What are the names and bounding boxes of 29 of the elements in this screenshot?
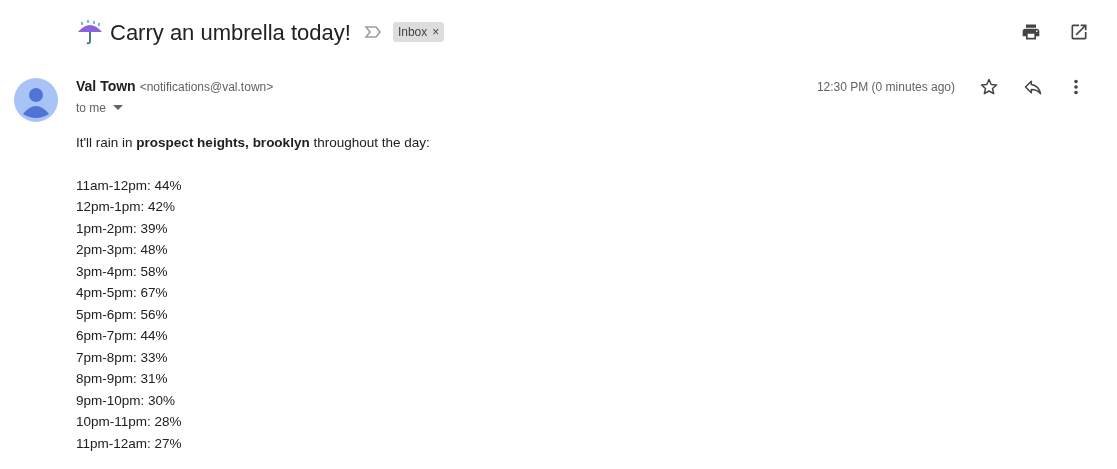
inbox-label: Inbox ×	[392, 22, 445, 42]
forecast-line: 10pm-11pm: 28%	[76, 413, 182, 431]
forecast-line: 4pm-5pm: 67%	[76, 284, 168, 302]
umbrella-icon	[76, 18, 104, 46]
avatar-icon	[14, 78, 58, 122]
intro-sentence: It'll rain in prospect heights, brooklyn throughout the day:	[76, 134, 431, 152]
forecast-line: 3pm-4pm: 58%	[76, 262, 168, 281]
forecast-line: 8pm-9pm: 31%	[76, 370, 168, 388]
forecast-line: 12pm-1pm: 42%	[76, 198, 176, 216]
forecast-line: 2pm-3pm: 48%	[76, 241, 168, 259]
forecast-line: 7pm-8pm: 33%	[76, 348, 168, 367]
email-time: 12:30 PM (0 minutes ago)	[816, 78, 955, 96]
forecast-line: 5pm-6pm: 56%	[76, 305, 168, 324]
forecast-line: 1pm-2pm: 39%	[76, 219, 168, 238]
star-icon[interactable]	[979, 76, 999, 97]
dropdown-caret-icon[interactable]	[113, 105, 123, 111]
forecast-line: 11am-12pm: 44%	[76, 176, 182, 195]
forecast-line: 6pm-7pm: 44%	[76, 327, 168, 345]
open-in-new-window-icon[interactable]	[1069, 22, 1089, 42]
remove-label-button[interactable]: ×	[432, 23, 440, 41]
recipient-label: to me	[76, 100, 106, 117]
more-options-icon[interactable]	[1073, 78, 1079, 95]
sender-email: <notifications@val.town>	[139, 78, 274, 96]
sender-name: Val Town	[76, 77, 136, 96]
print-icon[interactable]	[1021, 22, 1041, 42]
forecast-line: 9pm-10pm: 30%	[76, 391, 176, 410]
email-subject: Carry an umbrella today!	[110, 18, 351, 47]
forecast-line: 11pm-12am: 27%	[76, 434, 182, 453]
important-marker-icon[interactable]	[362, 24, 383, 40]
